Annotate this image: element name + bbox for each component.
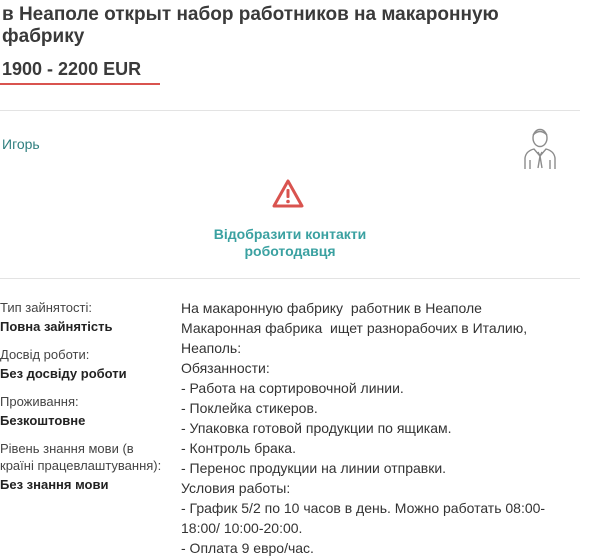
property-value: Без досвіду роботи: [0, 366, 127, 381]
property-employment-type: Тип зайнятості: Повна зайнятість: [0, 299, 170, 335]
description-line: - Оплата 9 евро/час.: [181, 540, 314, 556]
job-description: На макаронную фабрику работник в Неаполе…: [181, 298, 581, 558]
property-value: Безкоштовне: [0, 413, 86, 428]
salary-underline: [0, 83, 160, 85]
property-label: Проживання:: [0, 394, 79, 409]
property-value: Повна зайнятість: [0, 319, 113, 334]
salary: 1900 - 2200 EUR: [2, 59, 142, 79]
description-line: Обязанности:: [181, 360, 270, 376]
person-icon: [524, 128, 556, 169]
description-line: Условия работы:: [181, 480, 291, 496]
property-language-level: Рівень знання мови (в країні працевлашту…: [0, 440, 170, 493]
property-label: Досвід роботи:: [0, 347, 90, 362]
description-line: Макаронная фабрика ищет разнорабочих в И…: [181, 320, 528, 336]
description-line: - График 5/2 по 10 часов в день. Можно р…: [181, 500, 546, 516]
property-experience: Досвід роботи: Без досвіду роботи: [0, 346, 170, 382]
property-value: Без знання мови: [0, 477, 109, 492]
property-label: Тип зайнятості:: [0, 300, 92, 315]
description-line: - Поклейка стикеров.: [181, 400, 318, 416]
description-line: На макаронную фабрику работник в Неаполе: [181, 300, 482, 316]
description-line: Неаполь:: [181, 340, 242, 356]
description-line: 18:00/ 10:00-20:00.: [181, 520, 303, 536]
description-line: - Работа на сортировочной линии.: [181, 380, 404, 396]
property-label: Рівень знання мови (в країні працевлашту…: [0, 441, 162, 473]
description-line: - Контроль брака.: [181, 440, 296, 456]
warning-icon: [272, 179, 304, 208]
job-properties: Тип зайнятості: Повна зайнятість Досвід …: [0, 299, 170, 504]
description-line: - Перенос продукции на линии отправки.: [181, 460, 447, 476]
employer-name[interactable]: Игорь: [2, 136, 40, 152]
show-contacts-link[interactable]: Відобразити контакти роботодавця: [190, 226, 390, 260]
description-line: - Упаковка готовой продукции по ящикам.: [181, 420, 452, 436]
divider: [0, 110, 580, 111]
property-accommodation: Проживання: Безкоштовне: [0, 393, 170, 429]
job-title: в Неаполе открыт набор работников на мак…: [2, 4, 499, 47]
divider: [0, 278, 580, 279]
